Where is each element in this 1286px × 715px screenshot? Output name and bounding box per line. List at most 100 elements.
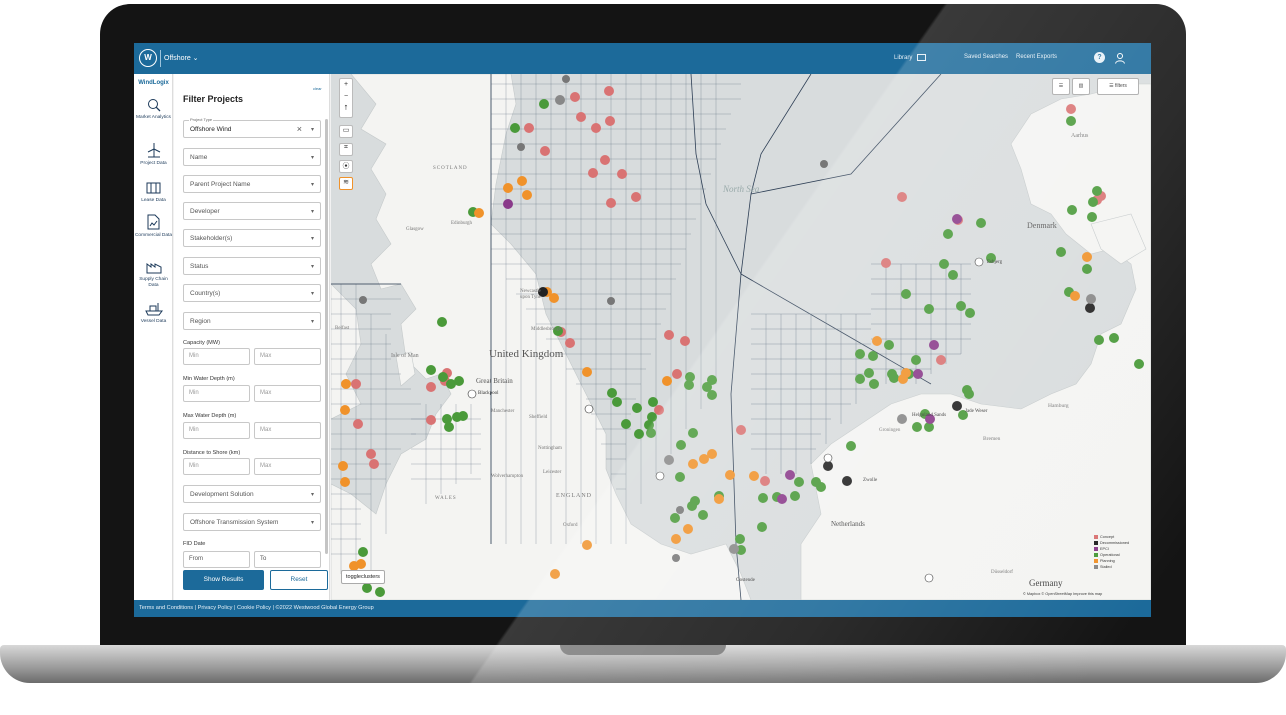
zoom-controls: + − ⭡ [339,78,353,118]
toggle-clusters-button[interactable]: toggleclusters [341,570,385,584]
select-label: Offshore Transmission System [190,519,279,526]
filter-lines-icon: ☰ [1109,83,1114,89]
list-view-button[interactable]: ☰ [1052,78,1070,95]
footer-links[interactable]: Terms and Conditions | Privacy Policy | … [134,600,1151,617]
capacity-label: Capacity (MW) [183,340,220,346]
map-view-button[interactable]: ▥ [1072,78,1090,95]
nav-commercial-data[interactable]: Commercial Data [134,214,173,239]
min-water-depth-label: Min Water Depth (m) [183,376,235,382]
left-nav-rail: WindLogix Market Analytics Project Data … [134,74,173,600]
max-water-min-input[interactable]: Min [183,422,250,439]
library-link[interactable]: Library [894,54,927,61]
logo-divider [160,50,161,67]
filter-panel: Filter Projects clear Project Type Offsh… [174,74,330,600]
region-select[interactable]: Region ▾ [183,312,321,330]
label-netherlands: Netherlands [831,520,865,528]
polygon-icon: ⌗ [344,144,348,151]
filter-title: Filter Projects [183,94,244,104]
map-attribution[interactable]: © Mapbox © OpenStreetMap Improve this ma… [1023,592,1102,596]
label-england: ENGLAND [556,493,592,499]
show-results-button[interactable]: Show Results [183,570,264,590]
ruler-button[interactable]: ▭ [339,125,353,138]
legend-swatch [1094,565,1098,569]
clear-filters-link[interactable]: clear [313,86,322,91]
document-chart-icon [147,214,160,230]
label-edinburgh: Edinburgh [451,221,473,226]
select-label: Name [190,154,208,161]
chevron-down-icon: ▾ [310,492,314,498]
fid-to-input[interactable]: To [254,551,321,568]
distance-min-input[interactable]: Min [183,458,250,475]
label-dusseldorf: Düsseldorf [991,570,1013,575]
filter-scrollbar[interactable] [325,119,328,554]
nav-label: Market Analytics [136,115,171,120]
project-type-select[interactable]: Project Type Offshore Wind × ▾ [183,117,321,138]
label-sheffield: Sheffield [529,415,548,420]
transmission-system-select[interactable]: Offshore Transmission System ▾ [183,513,321,531]
distance-to-shore-label: Distance to Shore (km) [183,450,241,456]
user-icon[interactable] [1114,52,1126,64]
nav-project-data[interactable]: Project Data [134,142,173,167]
help-button[interactable]: ? [1094,52,1105,63]
map-canvas[interactable] [331,74,1151,600]
nav-supply-chain-data[interactable]: Supply Chain Data [134,260,173,288]
max-water-max-input[interactable]: Max [254,422,321,439]
nav-vessel-data[interactable]: Vessel Data [134,302,173,325]
developer-select[interactable]: Developer ▾ [183,202,321,220]
stakeholder-select[interactable]: Stakeholder(s) ▾ [183,229,321,247]
filters-toggle-button[interactable]: ☰ filters [1097,78,1139,95]
nav-label: Vessel Data [140,319,167,324]
map-view[interactable]: United Kingdom Great Britain ENGLAND WAL… [331,74,1151,600]
capacity-min-input[interactable]: Min [183,348,250,365]
fid-from-input[interactable]: From [183,551,250,568]
legend-label: Concept [1100,535,1115,539]
factory-icon [146,263,161,274]
nav-label: Supply Chain Data [139,277,168,288]
min-water-max-input[interactable]: Max [254,385,321,402]
logo[interactable]: W [139,49,157,67]
layers-button[interactable]: ≋ [339,177,353,190]
nav-lease-data[interactable]: Lease Data [134,180,173,204]
status-legend: Concept Decommissioned EPCI Operational … [1094,534,1148,570]
label-newcastle: Newcastle upon Tyne [520,289,542,300]
capacity-max-input[interactable]: Max [254,348,321,365]
compass-button[interactable]: ⭡ [340,103,352,115]
development-solution-select[interactable]: Development Solution ▾ [183,485,321,503]
label-scotland: SCOTLAND [433,166,468,171]
recent-exports-link[interactable]: Recent Exports [1016,54,1057,60]
max-water-depth-label: Max Water Depth (m) [183,413,237,419]
ruler-icon: ▭ [342,127,350,134]
list-icon: ☰ [1058,83,1064,89]
chevron-down-icon: ▾ [310,236,314,242]
label-north-sea: North Sea [723,184,760,194]
location-button[interactable]: ⦿ [339,160,353,173]
label-helgoland: Helgoland Sands [912,413,947,418]
distance-max-input[interactable]: Max [254,458,321,475]
chevron-down-icon: ▾ [310,155,314,161]
app-switcher[interactable]: Offshore ⌄ [164,54,199,62]
label-jade-weser: Jade Weser [965,409,988,414]
clear-icon[interactable]: × [297,124,302,134]
label-great-britain: Great Britain [476,377,513,385]
parent-project-select[interactable]: Parent Project Name ▾ [183,175,321,193]
zoom-in-button[interactable]: + [340,79,352,91]
legend-label: Decommissioned [1100,541,1130,545]
draw-polygon-button[interactable]: ⌗ [339,143,353,156]
label-blackpool: Blackpool [478,391,499,396]
min-water-min-input[interactable]: Min [183,385,250,402]
map-icon: ▥ [1078,83,1084,89]
status-select[interactable]: Status ▾ [183,257,321,275]
reset-button[interactable]: Reset [270,570,328,590]
nav-market-analytics[interactable]: Market Analytics [134,98,173,121]
legend-swatch [1094,547,1098,551]
legend-swatch [1094,553,1098,557]
laptop-notch [560,645,726,655]
saved-searches-link[interactable]: Saved Searches [964,54,1008,60]
legend-swatch [1094,559,1098,563]
country-select[interactable]: Country(s) ▾ [183,284,321,302]
zoom-out-button[interactable]: − [340,91,352,103]
name-select[interactable]: Name ▾ [183,148,321,166]
label-wolverhampton: Wolverhampton [491,474,524,479]
magnifier-chart-icon [147,99,160,112]
label-wales: WALES [435,496,457,501]
